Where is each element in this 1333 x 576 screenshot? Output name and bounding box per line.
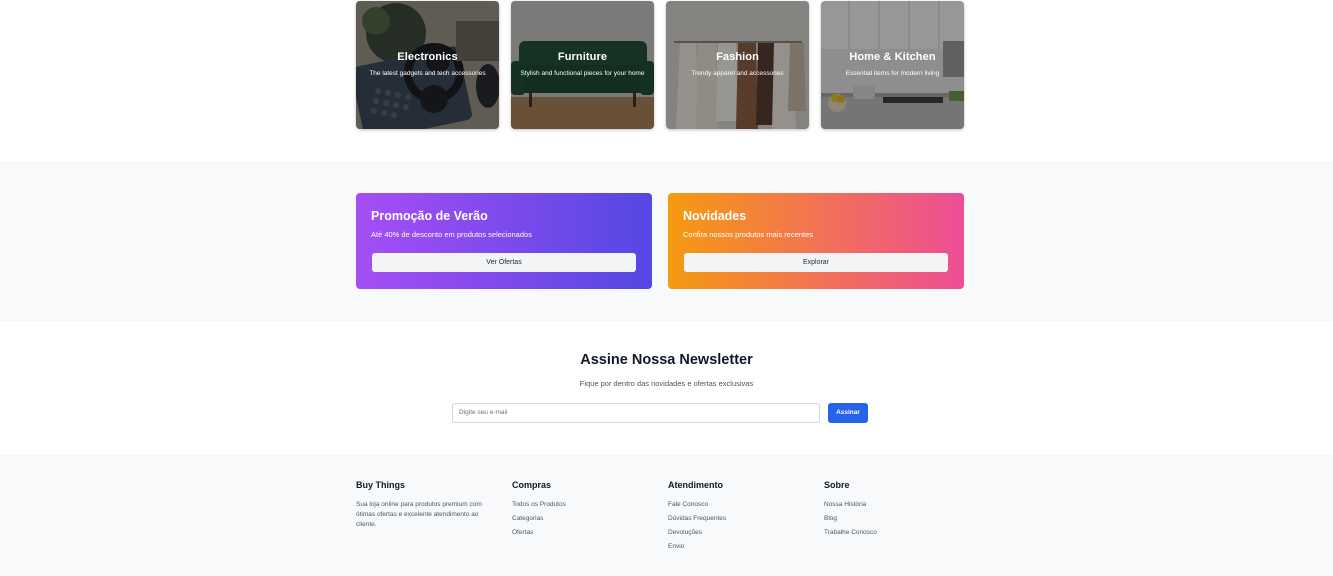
footer-brand-title: Buy Things [356, 480, 405, 490]
footer-column-title: Compras [512, 480, 552, 490]
footer-link[interactable]: Nossa História [824, 501, 964, 515]
category-card-electronics[interactable]: Electronics The latest gadgets and tech … [356, 1, 499, 129]
category-card-furniture[interactable]: Furniture Stylish and functional pieces … [511, 1, 654, 129]
footer-brand-column: Buy Things Sua loja online para produtos… [356, 480, 496, 530]
subscribe-button[interactable]: Assinar [828, 403, 868, 423]
footer-column-title: Atendimento [668, 480, 723, 490]
category-title: Home & Kitchen [849, 51, 936, 63]
category-title: Electronics [397, 51, 458, 63]
footer-link[interactable]: Dúvidas Frequentes [668, 515, 808, 529]
category-row: Electronics The latest gadgets and tech … [356, 1, 964, 129]
footer-brand-description: Sua loja online para produtos premium co… [356, 501, 482, 528]
explore-button[interactable]: Explorar [684, 253, 948, 272]
footer-column-title: Sobre [824, 480, 850, 490]
category-subtitle: Essential items for modern living [845, 70, 940, 77]
footer-link[interactable]: Devoluções [668, 529, 808, 543]
category-title: Furniture [557, 51, 608, 63]
email-input[interactable]: Digite seu e-mail [452, 403, 820, 423]
footer-link[interactable]: Envio [668, 543, 808, 557]
footer-link[interactable]: Blog [824, 515, 964, 529]
newsletter-title: Assine Nossa Newsletter [580, 352, 753, 368]
category-subtitle: The latest gadgets and tech accessories [369, 70, 486, 77]
promo-card-summer: Promoção de Verão Até 40% de desconto em… [356, 193, 652, 289]
footer-compras-column: Compras Todos os Produtos Categorias Ofe… [512, 480, 652, 543]
category-title: Fashion [716, 51, 759, 63]
category-subtitle: Stylish and functional pieces for your h… [520, 70, 645, 77]
promo-title: Promoção de Verão [371, 209, 488, 223]
promo-subtitle: Confira nossos produtos mais recentes [683, 230, 814, 239]
footer-link[interactable]: Fale Conosco [668, 501, 808, 515]
footer-link[interactable]: Ofertas [512, 529, 652, 543]
category-card-fashion[interactable]: Fashion Trendy apparel and accessories [666, 1, 809, 129]
category-subtitle: Trendy apparel and accessories [691, 70, 784, 77]
footer-atendimento-column: Atendimento Fale Conosco Dúvidas Frequen… [668, 480, 808, 557]
category-card-home-kitchen[interactable]: Home & Kitchen Essential items for moder… [821, 1, 964, 129]
newsletter-section: Assine Nossa Newsletter Fique por dentro… [0, 321, 1333, 455]
footer-link[interactable]: Categorias [512, 515, 652, 529]
see-offers-button[interactable]: Ver Ofertas [372, 253, 636, 272]
promo-subtitle: Até 40% de desconto em produtos selecion… [371, 230, 532, 239]
promo-section: Promoção de Verão Até 40% de desconto em… [0, 161, 1333, 321]
promo-title: Novidades [683, 209, 747, 223]
footer-link[interactable]: Trabalhe Conosco [824, 529, 964, 543]
footer-link[interactable]: Todos os Produtos [512, 501, 652, 515]
promo-card-news: Novidades Confira nossos produtos mais r… [668, 193, 964, 289]
footer-sobre-column: Sobre Nossa História Blog Trabalhe Conos… [824, 480, 964, 543]
footer: Buy Things Sua loja online para produtos… [0, 455, 1333, 576]
category-section: Electronics The latest gadgets and tech … [0, 0, 1333, 161]
newsletter-subtitle: Fique por dentro das novidades e ofertas… [579, 379, 754, 388]
